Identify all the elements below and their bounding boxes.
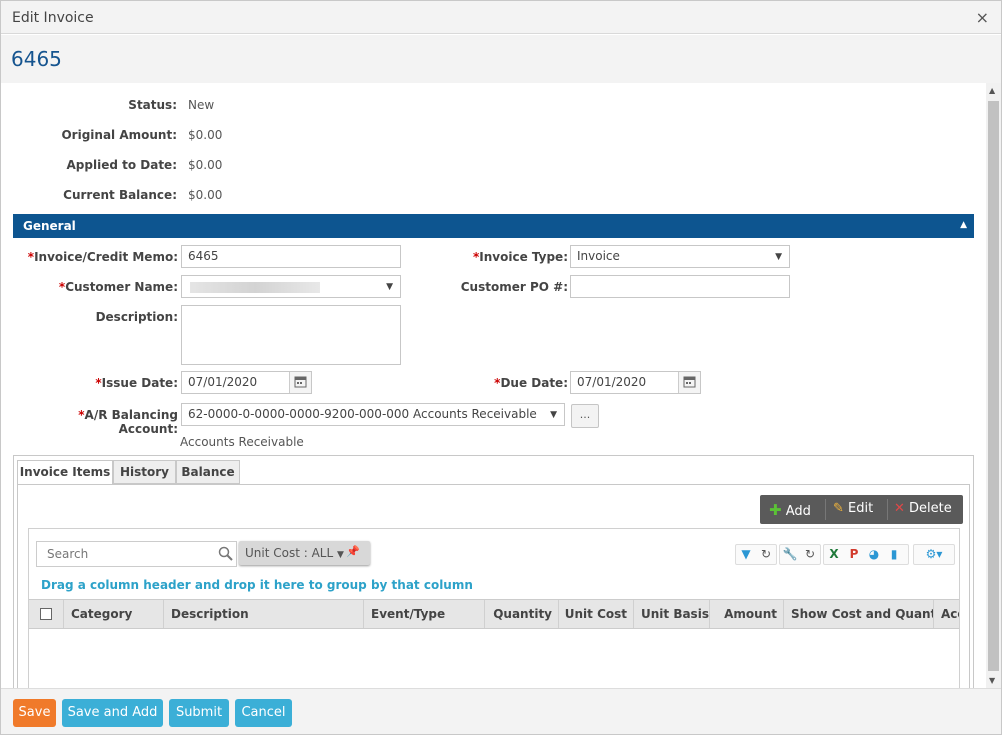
vertical-scrollbar[interactable]: ▲ ▼ <box>986 83 1001 688</box>
original-amount-value: $0.00 <box>188 128 223 142</box>
edit-button[interactable]: ✎ Edit <box>833 501 873 516</box>
refresh-icon[interactable]: ↻ <box>756 545 776 564</box>
collapse-caret-icon[interactable]: ▲ <box>960 220 967 230</box>
plus-icon: ✚ <box>769 501 782 519</box>
gear-menu-group: ⚙▾ <box>913 544 955 565</box>
calendar-icon[interactable] <box>289 372 311 393</box>
dialog-title: Edit Invoice <box>12 10 94 26</box>
customer-name-label: *Customer Name: <box>58 280 178 294</box>
select-all-checkbox-cell <box>29 600 64 628</box>
col-category[interactable]: Category <box>64 600 164 628</box>
document-icon[interactable]: ▮ <box>884 545 904 564</box>
export-tool-group: X P ◕ ▮ <box>823 544 909 565</box>
general-section-title: General <box>23 219 76 233</box>
invoice-type-value: Invoice <box>577 249 620 263</box>
grid-search-input[interactable]: Search <box>36 541 237 567</box>
ar-account-select[interactable]: 62-0000-0-0000-0000-9200-000-000 Account… <box>181 403 565 426</box>
col-show-cost-quantity[interactable]: Show Cost and Quant... <box>784 600 934 628</box>
issue-date-value: 07/01/2020 <box>188 375 258 389</box>
ar-account-label: *A/R Balancing Account: <box>78 408 178 436</box>
dialog-titlebar: Edit Invoice × <box>1 1 1001 34</box>
wrench-icon[interactable]: 🔧 <box>780 545 800 564</box>
status-value: New <box>188 98 215 112</box>
current-balance-value: $0.00 <box>188 188 223 202</box>
calendar-icon[interactable] <box>678 372 700 393</box>
submit-button[interactable]: Submit <box>169 699 229 727</box>
due-date-value: 07/01/2020 <box>577 375 647 389</box>
pin-icon[interactable]: 📌 <box>346 545 360 558</box>
dialog-footer: Save Save and Add Submit Cancel <box>1 688 1001 734</box>
grid-action-toolbar: ✚ Add ✎ Edit ✕ Delete <box>760 495 963 524</box>
pencil-icon: ✎ <box>833 501 844 516</box>
general-section-header[interactable]: General ▲ <box>13 214 974 238</box>
save-and-add-button[interactable]: Save and Add <box>62 699 163 727</box>
reset-icon[interactable]: ↻ <box>800 545 820 564</box>
applied-to-date-value: $0.00 <box>188 158 223 172</box>
delete-button[interactable]: ✕ Delete <box>894 501 952 516</box>
invoice-tabs: Invoice Items History Balance ✚ Add ✎ Ed… <box>13 455 974 688</box>
group-by-hint: Drag a column header and drop it here to… <box>41 578 473 592</box>
search-icon[interactable] <box>218 546 233 561</box>
tab-history[interactable]: History <box>113 460 176 484</box>
pdf-icon[interactable]: P <box>844 545 864 564</box>
invoice-memo-input[interactable]: 6465 <box>181 245 401 268</box>
current-balance-label: Current Balance: <box>63 188 177 202</box>
ar-account-value: 62-0000-0-0000-0000-9200-000-000 Account… <box>188 407 537 421</box>
applied-to-date-label: Applied to Date: <box>66 158 178 172</box>
cancel-button[interactable]: Cancel <box>235 699 292 727</box>
filter-tool-group: ▼ ↻ <box>735 544 777 565</box>
add-button[interactable]: ✚ Add <box>769 501 811 519</box>
invoice-memo-label: *Invoice/Credit Memo: <box>27 250 178 264</box>
scroll-up-icon[interactable]: ▲ <box>989 86 995 95</box>
unit-cost-filter-chip[interactable]: Unit Cost : ALL ▼ 📌 <box>239 541 370 565</box>
redacted-customer-name <box>190 282 320 293</box>
settings-tool-group: 🔧 ↻ <box>779 544 821 565</box>
invoice-type-label: *Invoice Type: <box>472 250 568 264</box>
col-unit-cost[interactable]: Unit Cost <box>559 600 634 628</box>
record-header: 6465 <box>1 35 1001 83</box>
customer-po-label: Customer PO #: <box>460 280 568 294</box>
scrollbar-thumb[interactable] <box>988 101 999 671</box>
select-all-checkbox[interactable] <box>40 608 52 620</box>
scroll-down-icon[interactable]: ▼ <box>989 676 995 685</box>
close-icon[interactable]: × <box>976 8 989 27</box>
customer-po-input[interactable] <box>570 275 790 298</box>
invoice-number-title: 6465 <box>11 47 62 71</box>
due-date-input[interactable]: 07/01/2020 <box>570 371 701 394</box>
chevron-down-icon: ▼ <box>775 252 782 262</box>
description-textarea[interactable] <box>181 305 401 365</box>
issue-date-label: *Issue Date: <box>95 376 178 390</box>
due-date-label: *Due Date: <box>494 376 568 390</box>
delete-x-icon: ✕ <box>894 501 905 516</box>
col-amount[interactable]: Amount <box>710 600 784 628</box>
customer-name-select[interactable]: ▼ <box>181 275 401 298</box>
funnel-icon[interactable]: ▼ <box>736 545 756 564</box>
original-amount-label: Original Amount: <box>61 128 177 142</box>
invoice-items-panel: ✚ Add ✎ Edit ✕ Delete Search Unit Cost :… <box>17 484 970 688</box>
chart-icon[interactable]: ◕ <box>864 545 884 564</box>
col-unit-basis[interactable]: Unit Basis <box>634 600 710 628</box>
col-description[interactable]: Description <box>164 600 364 628</box>
gear-icon[interactable]: ⚙▾ <box>914 545 954 564</box>
tab-invoice-items[interactable]: Invoice Items <box>17 460 113 485</box>
issue-date-input[interactable]: 07/01/2020 <box>181 371 312 394</box>
description-label: Description: <box>95 310 178 324</box>
col-account[interactable]: Acc <box>934 600 959 628</box>
invoice-items-grid: Search Unit Cost : ALL ▼ 📌 ▼↻ 🔧↻ XP◕ <box>28 528 960 688</box>
col-quantity[interactable]: Quantity <box>485 600 559 628</box>
status-label: Status: <box>128 98 177 112</box>
col-event-type[interactable]: Event/Type <box>364 600 485 628</box>
ar-account-description: Accounts Receivable <box>180 435 304 449</box>
chevron-down-icon: ▼ <box>550 410 557 420</box>
tab-balance[interactable]: Balance <box>176 460 240 484</box>
excel-icon[interactable]: X <box>824 545 844 564</box>
ar-account-lookup-button[interactable]: ... <box>571 404 599 428</box>
form-content: Status: New Original Amount: $0.00 Appli… <box>1 83 986 688</box>
invoice-type-select[interactable]: Invoice ▼ <box>570 245 790 268</box>
grid-header-row: Category Description Event/Type Quantity… <box>29 599 959 629</box>
save-button[interactable]: Save <box>13 699 56 727</box>
chevron-down-icon: ▼ <box>386 282 393 292</box>
edit-invoice-dialog: Edit Invoice × 6465 Status: New Original… <box>0 0 1002 735</box>
